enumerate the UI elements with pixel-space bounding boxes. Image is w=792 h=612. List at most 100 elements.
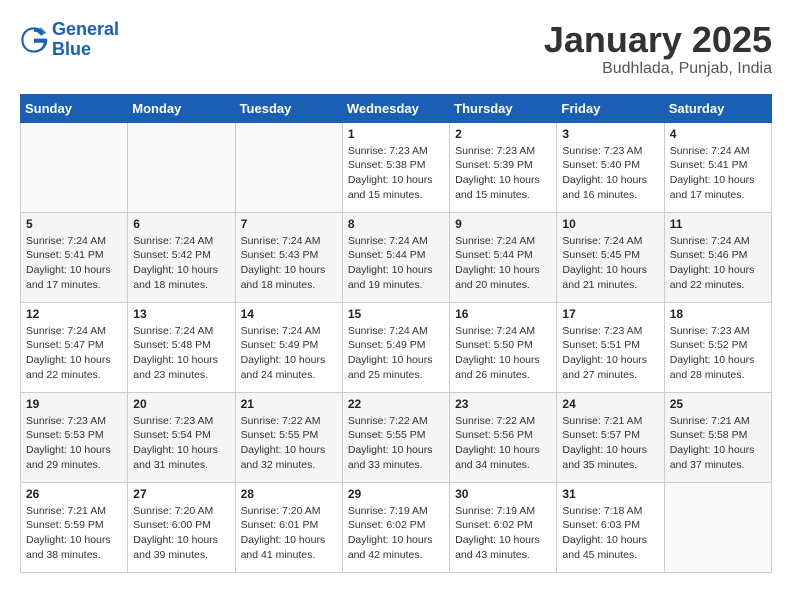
table-row bbox=[128, 122, 235, 212]
day-info: Sunrise: 7:21 AMSunset: 5:59 PMDaylight:… bbox=[26, 504, 122, 563]
day-number: 24 bbox=[562, 397, 658, 411]
day-number: 21 bbox=[241, 397, 337, 411]
day-info: Sunrise: 7:24 AMSunset: 5:50 PMDaylight:… bbox=[455, 324, 551, 383]
table-row: 30 Sunrise: 7:19 AMSunset: 6:02 PMDayligh… bbox=[450, 482, 557, 572]
day-number: 15 bbox=[348, 307, 444, 321]
day-number: 1 bbox=[348, 127, 444, 141]
logo-icon bbox=[20, 26, 48, 54]
day-number: 19 bbox=[26, 397, 122, 411]
week-row-4: 19 Sunrise: 7:23 AMSunset: 5:53 PMDayligh… bbox=[21, 392, 772, 482]
header-thursday: Thursday bbox=[450, 94, 557, 122]
day-info: Sunrise: 7:21 AMSunset: 5:58 PMDaylight:… bbox=[670, 414, 766, 473]
day-number: 31 bbox=[562, 487, 658, 501]
header-wednesday: Wednesday bbox=[342, 94, 449, 122]
day-info: Sunrise: 7:18 AMSunset: 6:03 PMDaylight:… bbox=[562, 504, 658, 563]
day-number: 3 bbox=[562, 127, 658, 141]
day-number: 23 bbox=[455, 397, 551, 411]
day-info: Sunrise: 7:24 AMSunset: 5:41 PMDaylight:… bbox=[26, 234, 122, 293]
table-row: 5 Sunrise: 7:24 AMSunset: 5:41 PMDaylight… bbox=[21, 212, 128, 302]
day-number: 27 bbox=[133, 487, 229, 501]
day-number: 26 bbox=[26, 487, 122, 501]
day-info: Sunrise: 7:19 AMSunset: 6:02 PMDaylight:… bbox=[348, 504, 444, 563]
day-info: Sunrise: 7:20 AMSunset: 6:00 PMDaylight:… bbox=[133, 504, 229, 563]
day-info: Sunrise: 7:24 AMSunset: 5:41 PMDaylight:… bbox=[670, 144, 766, 203]
table-row: 29 Sunrise: 7:19 AMSunset: 6:02 PMDayligh… bbox=[342, 482, 449, 572]
title-block: January 2025 Budhlada, Punjab, India bbox=[544, 20, 772, 78]
table-row bbox=[235, 122, 342, 212]
day-info: Sunrise: 7:20 AMSunset: 6:01 PMDaylight:… bbox=[241, 504, 337, 563]
calendar-table: Sunday Monday Tuesday Wednesday Thursday… bbox=[20, 94, 772, 573]
table-row: 17 Sunrise: 7:23 AMSunset: 5:51 PMDayligh… bbox=[557, 302, 664, 392]
table-row: 9 Sunrise: 7:24 AMSunset: 5:44 PMDaylight… bbox=[450, 212, 557, 302]
day-info: Sunrise: 7:23 AMSunset: 5:54 PMDaylight:… bbox=[133, 414, 229, 473]
day-info: Sunrise: 7:24 AMSunset: 5:44 PMDaylight:… bbox=[348, 234, 444, 293]
day-info: Sunrise: 7:24 AMSunset: 5:44 PMDaylight:… bbox=[455, 234, 551, 293]
table-row: 4 Sunrise: 7:24 AMSunset: 5:41 PMDaylight… bbox=[664, 122, 771, 212]
table-row: 20Sunrise: 7:23 AMSunset: 5:54 PMDayligh… bbox=[128, 392, 235, 482]
day-number: 13 bbox=[133, 307, 229, 321]
logo-text: General Blue bbox=[52, 20, 119, 60]
day-info: Sunrise: 7:22 AMSunset: 5:56 PMDaylight:… bbox=[455, 414, 551, 473]
table-row: 8 Sunrise: 7:24 AMSunset: 5:44 PMDaylight… bbox=[342, 212, 449, 302]
table-row: 3 Sunrise: 7:23 AMSunset: 5:40 PMDaylight… bbox=[557, 122, 664, 212]
day-number: 30 bbox=[455, 487, 551, 501]
day-number: 2 bbox=[455, 127, 551, 141]
day-number: 5 bbox=[26, 217, 122, 231]
calendar-subtitle: Budhlada, Punjab, India bbox=[544, 60, 772, 78]
day-number: 25 bbox=[670, 397, 766, 411]
table-row: 22Sunrise: 7:22 AMSunset: 5:55 PMDayligh… bbox=[342, 392, 449, 482]
header-monday: Monday bbox=[128, 94, 235, 122]
week-row-3: 12Sunrise: 7:24 AMSunset: 5:47 PMDayligh… bbox=[21, 302, 772, 392]
day-info: Sunrise: 7:23 AMSunset: 5:53 PMDaylight:… bbox=[26, 414, 122, 473]
table-row: 15Sunrise: 7:24 AMSunset: 5:49 PMDayligh… bbox=[342, 302, 449, 392]
table-row: 24 Sunrise: 7:21 AMSunset: 5:57 PMDayligh… bbox=[557, 392, 664, 482]
logo: General Blue bbox=[20, 20, 119, 60]
table-row bbox=[664, 482, 771, 572]
table-row: 11Sunrise: 7:24 AMSunset: 5:46 PMDayligh… bbox=[664, 212, 771, 302]
day-number: 29 bbox=[348, 487, 444, 501]
table-row: 27 Sunrise: 7:20 AMSunset: 6:00 PMDayligh… bbox=[128, 482, 235, 572]
day-number: 10 bbox=[562, 217, 658, 231]
table-row bbox=[21, 122, 128, 212]
table-row: 19 Sunrise: 7:23 AMSunset: 5:53 PMDayligh… bbox=[21, 392, 128, 482]
day-info: Sunrise: 7:19 AMSunset: 6:02 PMDaylight:… bbox=[455, 504, 551, 563]
header-tuesday: Tuesday bbox=[235, 94, 342, 122]
day-number: 9 bbox=[455, 217, 551, 231]
day-number: 17 bbox=[562, 307, 658, 321]
day-info: Sunrise: 7:24 AMSunset: 5:48 PMDaylight:… bbox=[133, 324, 229, 383]
table-row: 1Sunrise: 7:23 AMSunset: 5:38 PMDaylight… bbox=[342, 122, 449, 212]
day-number: 16 bbox=[455, 307, 551, 321]
day-info: Sunrise: 7:21 AMSunset: 5:57 PMDaylight:… bbox=[562, 414, 658, 473]
table-row: 23 Sunrise: 7:22 AMSunset: 5:56 PMDayligh… bbox=[450, 392, 557, 482]
day-number: 8 bbox=[348, 217, 444, 231]
day-number: 18 bbox=[670, 307, 766, 321]
weekday-header-row: Sunday Monday Tuesday Wednesday Thursday… bbox=[21, 94, 772, 122]
day-number: 4 bbox=[670, 127, 766, 141]
week-row-1: 1Sunrise: 7:23 AMSunset: 5:38 PMDaylight… bbox=[21, 122, 772, 212]
day-number: 6 bbox=[133, 217, 229, 231]
table-row: 6Sunrise: 7:24 AMSunset: 5:42 PMDaylight… bbox=[128, 212, 235, 302]
table-row: 18Sunrise: 7:23 AMSunset: 5:52 PMDayligh… bbox=[664, 302, 771, 392]
day-info: Sunrise: 7:22 AMSunset: 5:55 PMDaylight:… bbox=[241, 414, 337, 473]
day-info: Sunrise: 7:24 AMSunset: 5:47 PMDaylight:… bbox=[26, 324, 122, 383]
table-row: 21 Sunrise: 7:22 AMSunset: 5:55 PMDayligh… bbox=[235, 392, 342, 482]
week-row-2: 5 Sunrise: 7:24 AMSunset: 5:41 PMDaylight… bbox=[21, 212, 772, 302]
table-row: 13 Sunrise: 7:24 AMSunset: 5:48 PMDayligh… bbox=[128, 302, 235, 392]
day-info: Sunrise: 7:23 AMSunset: 5:40 PMDaylight:… bbox=[562, 144, 658, 203]
week-row-5: 26 Sunrise: 7:21 AMSunset: 5:59 PMDayligh… bbox=[21, 482, 772, 572]
day-info: Sunrise: 7:24 AMSunset: 5:45 PMDaylight:… bbox=[562, 234, 658, 293]
day-info: Sunrise: 7:24 AMSunset: 5:46 PMDaylight:… bbox=[670, 234, 766, 293]
day-info: Sunrise: 7:23 AMSunset: 5:51 PMDaylight:… bbox=[562, 324, 658, 383]
calendar-title: January 2025 bbox=[544, 20, 772, 60]
table-row: 12Sunrise: 7:24 AMSunset: 5:47 PMDayligh… bbox=[21, 302, 128, 392]
table-row: 14Sunrise: 7:24 AMSunset: 5:49 PMDayligh… bbox=[235, 302, 342, 392]
table-row: 31 Sunrise: 7:18 AMSunset: 6:03 PMDayligh… bbox=[557, 482, 664, 572]
page-header: General Blue January 2025 Budhlada, Punj… bbox=[20, 20, 772, 78]
day-info: Sunrise: 7:24 AMSunset: 5:49 PMDaylight:… bbox=[241, 324, 337, 383]
day-info: Sunrise: 7:22 AMSunset: 5:55 PMDaylight:… bbox=[348, 414, 444, 473]
day-info: Sunrise: 7:24 AMSunset: 5:43 PMDaylight:… bbox=[241, 234, 337, 293]
table-row: 25 Sunrise: 7:21 AMSunset: 5:58 PMDayligh… bbox=[664, 392, 771, 482]
header-saturday: Saturday bbox=[664, 94, 771, 122]
table-row: 10 Sunrise: 7:24 AMSunset: 5:45 PMDayligh… bbox=[557, 212, 664, 302]
header-friday: Friday bbox=[557, 94, 664, 122]
